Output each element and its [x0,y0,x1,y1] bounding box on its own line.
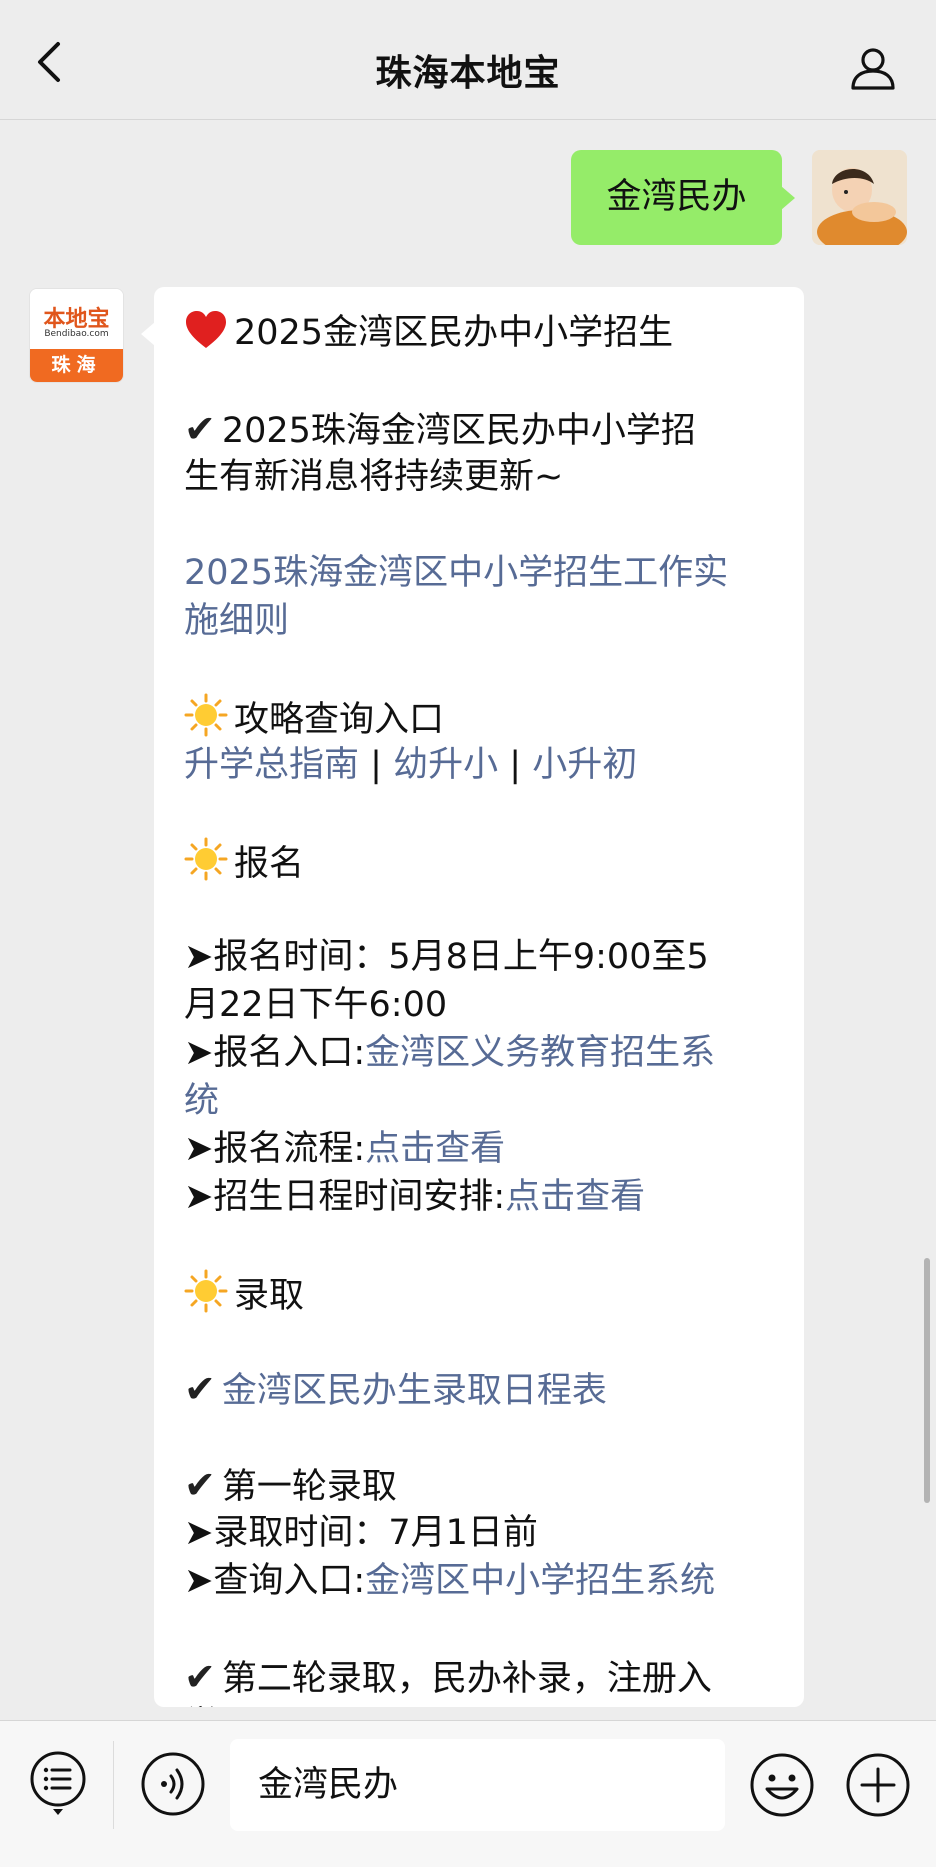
schedule-line: ➤招生日程时间安排:点击查看 [184,1173,776,1221]
guide-link-kindergarten-to-primary[interactable]: 幼升小 [393,745,498,785]
plus-icon[interactable] [844,1751,912,1819]
signup-heading-line: 报名 [184,837,776,885]
intro-line-2: 生有新消息将持续更新~ [184,457,564,497]
logo-subtext: Bendibao.com [44,329,109,339]
round1-query-link[interactable]: 金湾区中小学招生系统 [365,1561,715,1601]
toolbar-divider [113,1741,114,1829]
menu-list-icon[interactable] [28,1749,88,1817]
message-title: 2025金湾区民办中小学招生 [234,313,674,353]
separator: | [509,745,522,785]
top-bar: 珠海本地宝 [0,0,936,120]
schedule-link[interactable]: 点击查看 [505,1177,645,1217]
guide-heading: 攻略查询入口 [234,700,445,740]
round1-heading: 第一轮录取 [221,1467,397,1507]
guide-heading-line: 攻略查询入口 [184,693,776,741]
admit-heading: 录取 [234,1276,305,1316]
signup-flow-label: ➤报名流程: [184,1129,366,1169]
user-avatar[interactable] [812,150,907,245]
sun-icon [184,837,228,894]
emoji-icon[interactable] [748,1751,816,1819]
signup-heading: 报名 [234,844,305,884]
message-input[interactable]: 金湾民办 [230,1739,725,1831]
scrollbar[interactable] [924,1258,930,1503]
signup-entry-label: ➤报名入口: [184,1033,366,1073]
check-icon: ✔ [184,1367,216,1411]
separator: | [370,745,382,785]
guide-links-line: 升学总指南 | 幼升小 | 小升初 [184,741,776,789]
admit-schedule-link[interactable]: 金湾区民办生录取日程表 [222,1371,607,1411]
check-icon: ✔ [184,1463,216,1507]
user-profile-icon[interactable] [848,44,898,94]
round2-heading-line: ✔ 第二轮录取，民办补录，注册入 [184,1653,776,1701]
guide-link-primary-to-middle[interactable]: 小升初 [532,745,637,785]
bubble-tail [141,322,155,346]
check-icon: ✔ [184,1655,216,1699]
intro-line-1: ✔ 2025珠海金湾区民办中小学招 [184,405,776,453]
signup-time-line-1: ➤报名时间：5月8日上午9:00至5 [184,937,709,977]
heart-icon [184,310,228,363]
incoming-message-bubble: 2025金湾区民办中小学招生 ✔ 2025珠海金湾区民办中小学招 生有新消息将持续… [154,287,804,1707]
round1-time-line: ➤录取时间：7月1日前 [184,1513,538,1553]
sun-icon [184,1269,228,1326]
signup-time-line-2: 月22日下午6:00 [184,985,448,1025]
message-title-line: 2025金湾区民办中小学招生 [184,309,776,357]
intro-text-1: 2025珠海金湾区民办中小学招 [221,411,696,451]
input-toolbar: 金湾民办 [0,1720,936,1867]
official-account-avatar[interactable]: 本地宝 Bendibao.com 珠海 [29,288,124,383]
check-icon: ✔ [184,407,216,451]
signup-flow-link[interactable]: 点击查看 [365,1129,505,1169]
rules-link-line-1[interactable]: 2025珠海金湾区中小学招生工作实 [184,549,776,597]
round2-heading: 第二轮录取，民办补录，注册入 [221,1659,712,1699]
chat-title: 珠海本地宝 [375,53,561,94]
schedule-label: ➤招生日程时间安排: [184,1177,506,1217]
signup-entry-link-continued[interactable]: 统 [184,1077,776,1125]
rules-link-line-2[interactable]: 施细则 [184,597,776,645]
round1-heading-line: ✔ 第一轮录取 [184,1461,776,1509]
round2-heading-line-2: 学 [184,1701,776,1707]
admit-heading-line: 录取 [184,1269,776,1317]
round1-query-line: ➤查询入口:金湾区中小学招生系统 [184,1557,776,1605]
guide-link-overview[interactable]: 升学总指南 [184,745,359,785]
round1-query-label: ➤查询入口: [184,1561,366,1601]
voice-icon[interactable] [140,1751,206,1817]
signup-entry-link[interactable]: 金湾区义务教育招生系 [365,1033,715,1073]
admit-schedule-line: ✔ 金湾区民办生录取日程表 [184,1365,776,1413]
logo-city: 珠海 [30,349,123,382]
signup-entry-line: ➤报名入口:金湾区义务教育招生系 [184,1029,776,1077]
signup-flow-line: ➤报名流程:点击查看 [184,1125,776,1173]
outgoing-message-bubble[interactable]: 金湾民办 [571,150,795,245]
